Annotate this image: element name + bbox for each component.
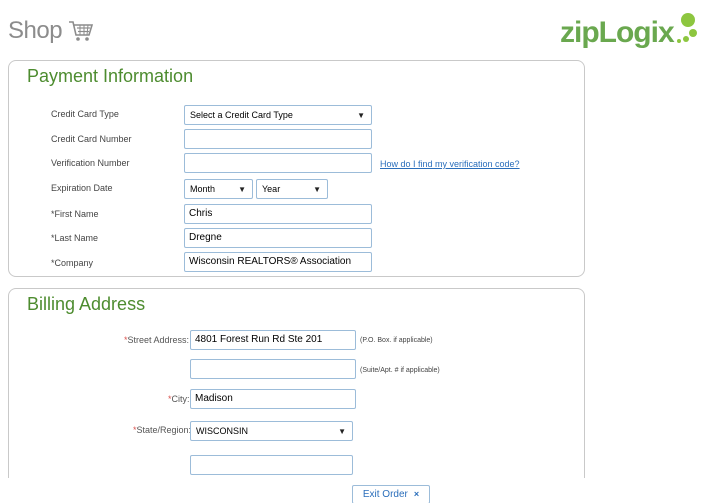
city-label-text: City: (171, 394, 190, 404)
verification-number-input[interactable] (184, 153, 372, 173)
last-name-input[interactable]: Dregne (184, 228, 372, 248)
bottom-bar (0, 478, 702, 503)
street-address-input[interactable]: 4801 Forest Run Rd Ste 201 (190, 330, 356, 350)
state-region-label-text: State/Region: (136, 425, 192, 435)
verification-number-label: Verification Number (51, 158, 130, 168)
chevron-down-icon: ▼ (238, 185, 246, 194)
expiration-date-label: Expiration Date (51, 183, 113, 193)
card-type-value: Select a Credit Card Type (190, 110, 293, 120)
logo-text: zipLogix (560, 16, 675, 49)
state-region-value: WISCONSIN (196, 426, 249, 436)
state-region-select[interactable]: WISCONSIN ▼ (190, 421, 353, 441)
expiration-month-select[interactable]: Month ▼ (184, 179, 253, 199)
last-name-label: *Last Name (51, 233, 99, 243)
shop-title: Shop (8, 17, 63, 44)
first-name-input[interactable]: Chris (184, 204, 372, 224)
city-label: *City: (168, 394, 190, 404)
card-type-select[interactable]: Select a Credit Card Type ▼ (184, 105, 372, 125)
close-icon: × (413, 489, 420, 499)
street-address-label-text: Street Address: (127, 335, 190, 345)
suite-input[interactable] (190, 359, 356, 379)
chevron-down-icon: ▼ (357, 111, 365, 120)
ziplogix-logo: zipLogix (560, 12, 700, 52)
chevron-down-icon: ▼ (313, 185, 321, 194)
month-value: Month (190, 184, 216, 194)
payment-information-panel: Payment Information Credit Card Type Sel… (8, 60, 585, 277)
card-type-label: Credit Card Type (51, 109, 119, 119)
city-input[interactable]: Madison (190, 389, 356, 409)
company-input[interactable]: Wisconsin REALTORS® Association (184, 252, 372, 272)
expiration-year-select[interactable]: Year ▼ (256, 179, 328, 199)
company-label: *Company (51, 258, 94, 268)
shopping-cart-icon (69, 21, 94, 41)
exit-order-button[interactable]: Exit Order × (352, 485, 430, 503)
billing-panel-title: Billing Address (27, 294, 146, 314)
card-number-label: Credit Card Number (51, 134, 132, 144)
next-field-partial[interactable] (190, 455, 353, 475)
payment-panel-title: Payment Information (27, 66, 194, 86)
logo-dots-icon (677, 13, 697, 43)
street-address-hint: (P.O. Box. if applicable) (360, 337, 433, 344)
year-value: Year (262, 184, 281, 194)
header: Shop zipLogix (0, 0, 702, 58)
chevron-down-icon: ▼ (338, 427, 346, 436)
exit-order-label: Exit Order (362, 489, 408, 500)
card-number-input[interactable] (184, 129, 372, 149)
state-region-label: *State/Region: (133, 425, 191, 435)
street-address-label: *Street Address: (124, 335, 189, 345)
first-name-label: *First Name (51, 209, 99, 219)
verification-help-link[interactable]: How do I find my verification code? (380, 159, 520, 169)
suite-hint: (Suite/Apt. # if applicable) (360, 367, 440, 374)
billing-address-panel: Billing Address *Street Address: 4801 Fo… (8, 288, 585, 478)
